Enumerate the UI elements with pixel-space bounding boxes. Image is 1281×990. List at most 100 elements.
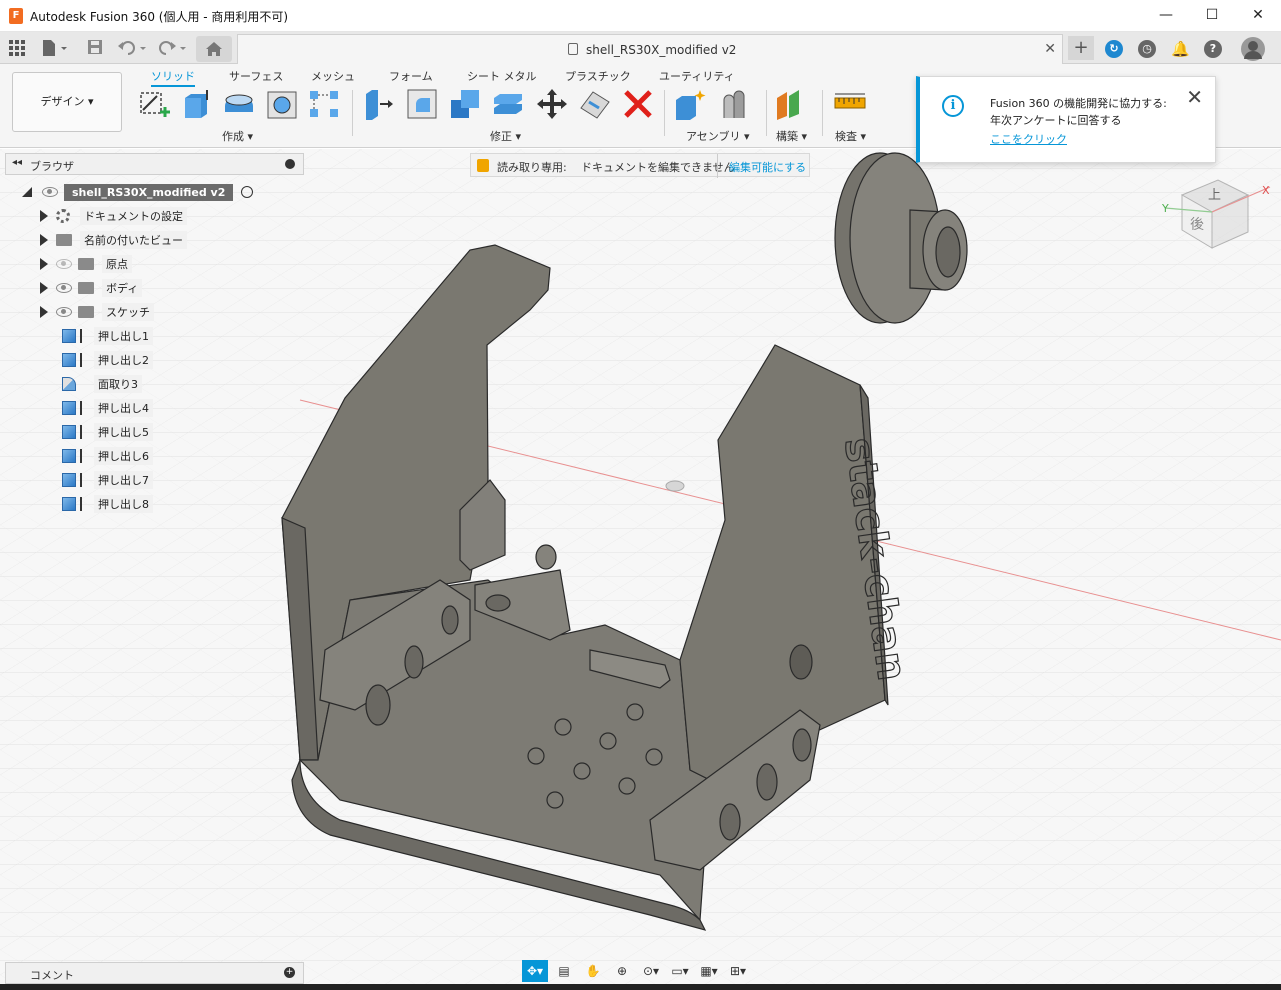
browser-pin-icon[interactable] [285, 159, 295, 169]
job-status-icon[interactable]: ◷ [1138, 40, 1156, 58]
grid-snaps-icon[interactable]: ▦▾ [696, 960, 722, 982]
zoom-icon[interactable]: ⊕ [609, 960, 635, 982]
browser-item-extrude1[interactable]: 押し出し1 [62, 326, 153, 346]
expand-triangle-icon[interactable] [40, 258, 48, 270]
browser-item-extrude5[interactable]: 押し出し5 [62, 422, 153, 442]
group-modify[interactable]: 修正 ▾ [490, 128, 521, 144]
user-avatar[interactable] [1241, 37, 1265, 61]
fillet-icon[interactable] [406, 88, 438, 120]
extensions-icon[interactable]: ↻ [1105, 40, 1123, 58]
expand-triangle-icon[interactable] [40, 234, 48, 246]
browser-item-named-views[interactable]: 名前の付いたビュー [40, 230, 187, 250]
hidden-eye-icon[interactable] [56, 259, 72, 269]
activate-component-icon[interactable] [241, 186, 254, 198]
close-tab-button[interactable]: ✕ [1044, 41, 1056, 57]
browser-item-bodies[interactable]: ボディ [40, 278, 143, 298]
browser-item-extrude4[interactable]: 押し出し4 [62, 398, 153, 418]
browser-title: ブラウザ [30, 160, 74, 173]
save-icon[interactable] [88, 40, 102, 60]
minimize-button[interactable]: — [1150, 4, 1182, 26]
delete-icon[interactable] [622, 88, 654, 120]
browser-item-extrude6[interactable]: 押し出し6 [62, 446, 153, 466]
expand-triangle-icon[interactable] [40, 282, 48, 294]
extrude-feature-icon [62, 329, 76, 343]
document-tab-name: shell_RS30X_modified v2 [586, 43, 737, 57]
tab-form[interactable]: フォーム [389, 68, 433, 84]
press-pull-icon[interactable] [362, 88, 394, 120]
browser-item-label: 押し出し5 [94, 423, 153, 441]
visibility-eye-icon[interactable] [42, 187, 58, 197]
offset-plane-icon[interactable] [775, 88, 807, 120]
feature-marker-icon [80, 497, 82, 511]
orbit-constrained-icon[interactable]: ✥▾ [522, 960, 548, 982]
browser-item-label: 押し出し8 [94, 495, 153, 513]
revolve-icon[interactable] [223, 88, 255, 120]
add-comment-icon[interactable]: + [284, 967, 295, 978]
move-copy-icon[interactable] [536, 88, 568, 120]
file-menu-icon[interactable] [41, 39, 69, 59]
tab-sheet-metal[interactable]: シート メタル [467, 68, 537, 84]
close-window-button[interactable]: ✕ [1242, 4, 1274, 26]
expand-triangle-icon[interactable] [40, 306, 48, 318]
document-tab[interactable]: shell_RS30X_modified v2 ✕ [237, 34, 1063, 64]
browser-item-extrude7[interactable]: 押し出し7 [62, 470, 153, 490]
browser-item-extrude2[interactable]: 押し出し2 [62, 350, 153, 370]
notifications-bell-icon[interactable]: 🔔 [1171, 40, 1190, 58]
viewports-icon[interactable]: ⊞▾ [725, 960, 751, 982]
browser-item-document-settings[interactable]: ドキュメントの設定 [40, 206, 187, 226]
hole-icon[interactable] [266, 88, 298, 120]
extrude-icon[interactable] [181, 88, 213, 120]
survey-notification: i Fusion 360 の機能開発に協力する: 年次アンケートに回答する ここ… [916, 76, 1216, 163]
group-construct[interactable]: 構築 ▾ [776, 128, 807, 144]
collapse-browser-icon[interactable]: ◂◂ [12, 157, 22, 168]
combine-icon[interactable] [449, 88, 481, 120]
visibility-eye-icon[interactable] [56, 307, 72, 317]
feature-marker-icon [80, 449, 82, 463]
collapse-triangle-icon[interactable] [20, 185, 34, 199]
browser-item-sketches[interactable]: スケッチ [40, 302, 154, 322]
browser-item-extrude8[interactable]: 押し出し8 [62, 494, 153, 514]
tab-plastic[interactable]: プラスチック [565, 68, 631, 84]
visibility-eye-icon[interactable] [56, 283, 72, 293]
browser-item-label: ドキュメントの設定 [80, 207, 187, 225]
fit-zoom-icon[interactable]: ⊙▾ [638, 960, 664, 982]
group-create[interactable]: 作成 ▾ [222, 128, 253, 144]
browser-item-label: 面取り3 [94, 375, 142, 393]
tab-surface[interactable]: サーフェス [229, 68, 283, 84]
group-assembly[interactable]: アセンブリ ▾ [686, 128, 749, 144]
redo-icon[interactable] [158, 40, 188, 60]
home-button[interactable] [196, 36, 232, 62]
look-at-icon[interactable]: ▤ [551, 960, 577, 982]
browser-item-chamfer3[interactable]: 面取り3 [62, 374, 142, 394]
undo-icon[interactable] [118, 40, 148, 60]
workspace-switcher[interactable]: デザイン ▾ [12, 72, 122, 132]
joint-icon[interactable] [718, 88, 750, 120]
click-here-link[interactable]: ここをクリック [990, 131, 1067, 147]
expand-triangle-icon[interactable] [40, 210, 48, 222]
browser-item-origin[interactable]: 原点 [40, 254, 132, 274]
shell-icon[interactable] [492, 88, 524, 120]
3d-viewport[interactable]: stack-chan 上 後 X Y [0, 149, 1281, 984]
help-icon[interactable]: ? [1204, 40, 1222, 58]
tab-mesh[interactable]: メッシュ [311, 68, 355, 84]
make-editable-link[interactable]: 編集可能にする [729, 159, 806, 175]
measure-icon[interactable] [834, 88, 866, 120]
pan-hand-icon[interactable]: ✋ [580, 960, 606, 982]
create-sketch-icon[interactable] [138, 88, 170, 120]
maximize-button[interactable]: ☐ [1196, 4, 1228, 26]
feature-marker-icon [80, 401, 82, 415]
extrude-feature-icon [62, 449, 76, 463]
new-tab-button[interactable]: + [1068, 36, 1094, 60]
tab-utility[interactable]: ユーティリティ [659, 68, 735, 84]
info-icon: i [942, 95, 964, 117]
pattern-icon[interactable] [308, 88, 340, 120]
tab-solid[interactable]: ソリッド [151, 68, 195, 87]
browser-root-row[interactable]: shell_RS30X_modified v2 [20, 182, 254, 202]
group-inspect[interactable]: 検査 ▾ [835, 128, 866, 144]
split-face-icon[interactable] [579, 88, 611, 120]
display-settings-icon[interactable]: ▭▾ [667, 960, 693, 982]
new-component-icon[interactable] [674, 88, 706, 120]
data-panel-grid-icon[interactable] [9, 40, 25, 60]
close-notification-icon[interactable]: ✕ [1186, 85, 1203, 109]
browser-item-label: スケッチ [102, 303, 154, 321]
